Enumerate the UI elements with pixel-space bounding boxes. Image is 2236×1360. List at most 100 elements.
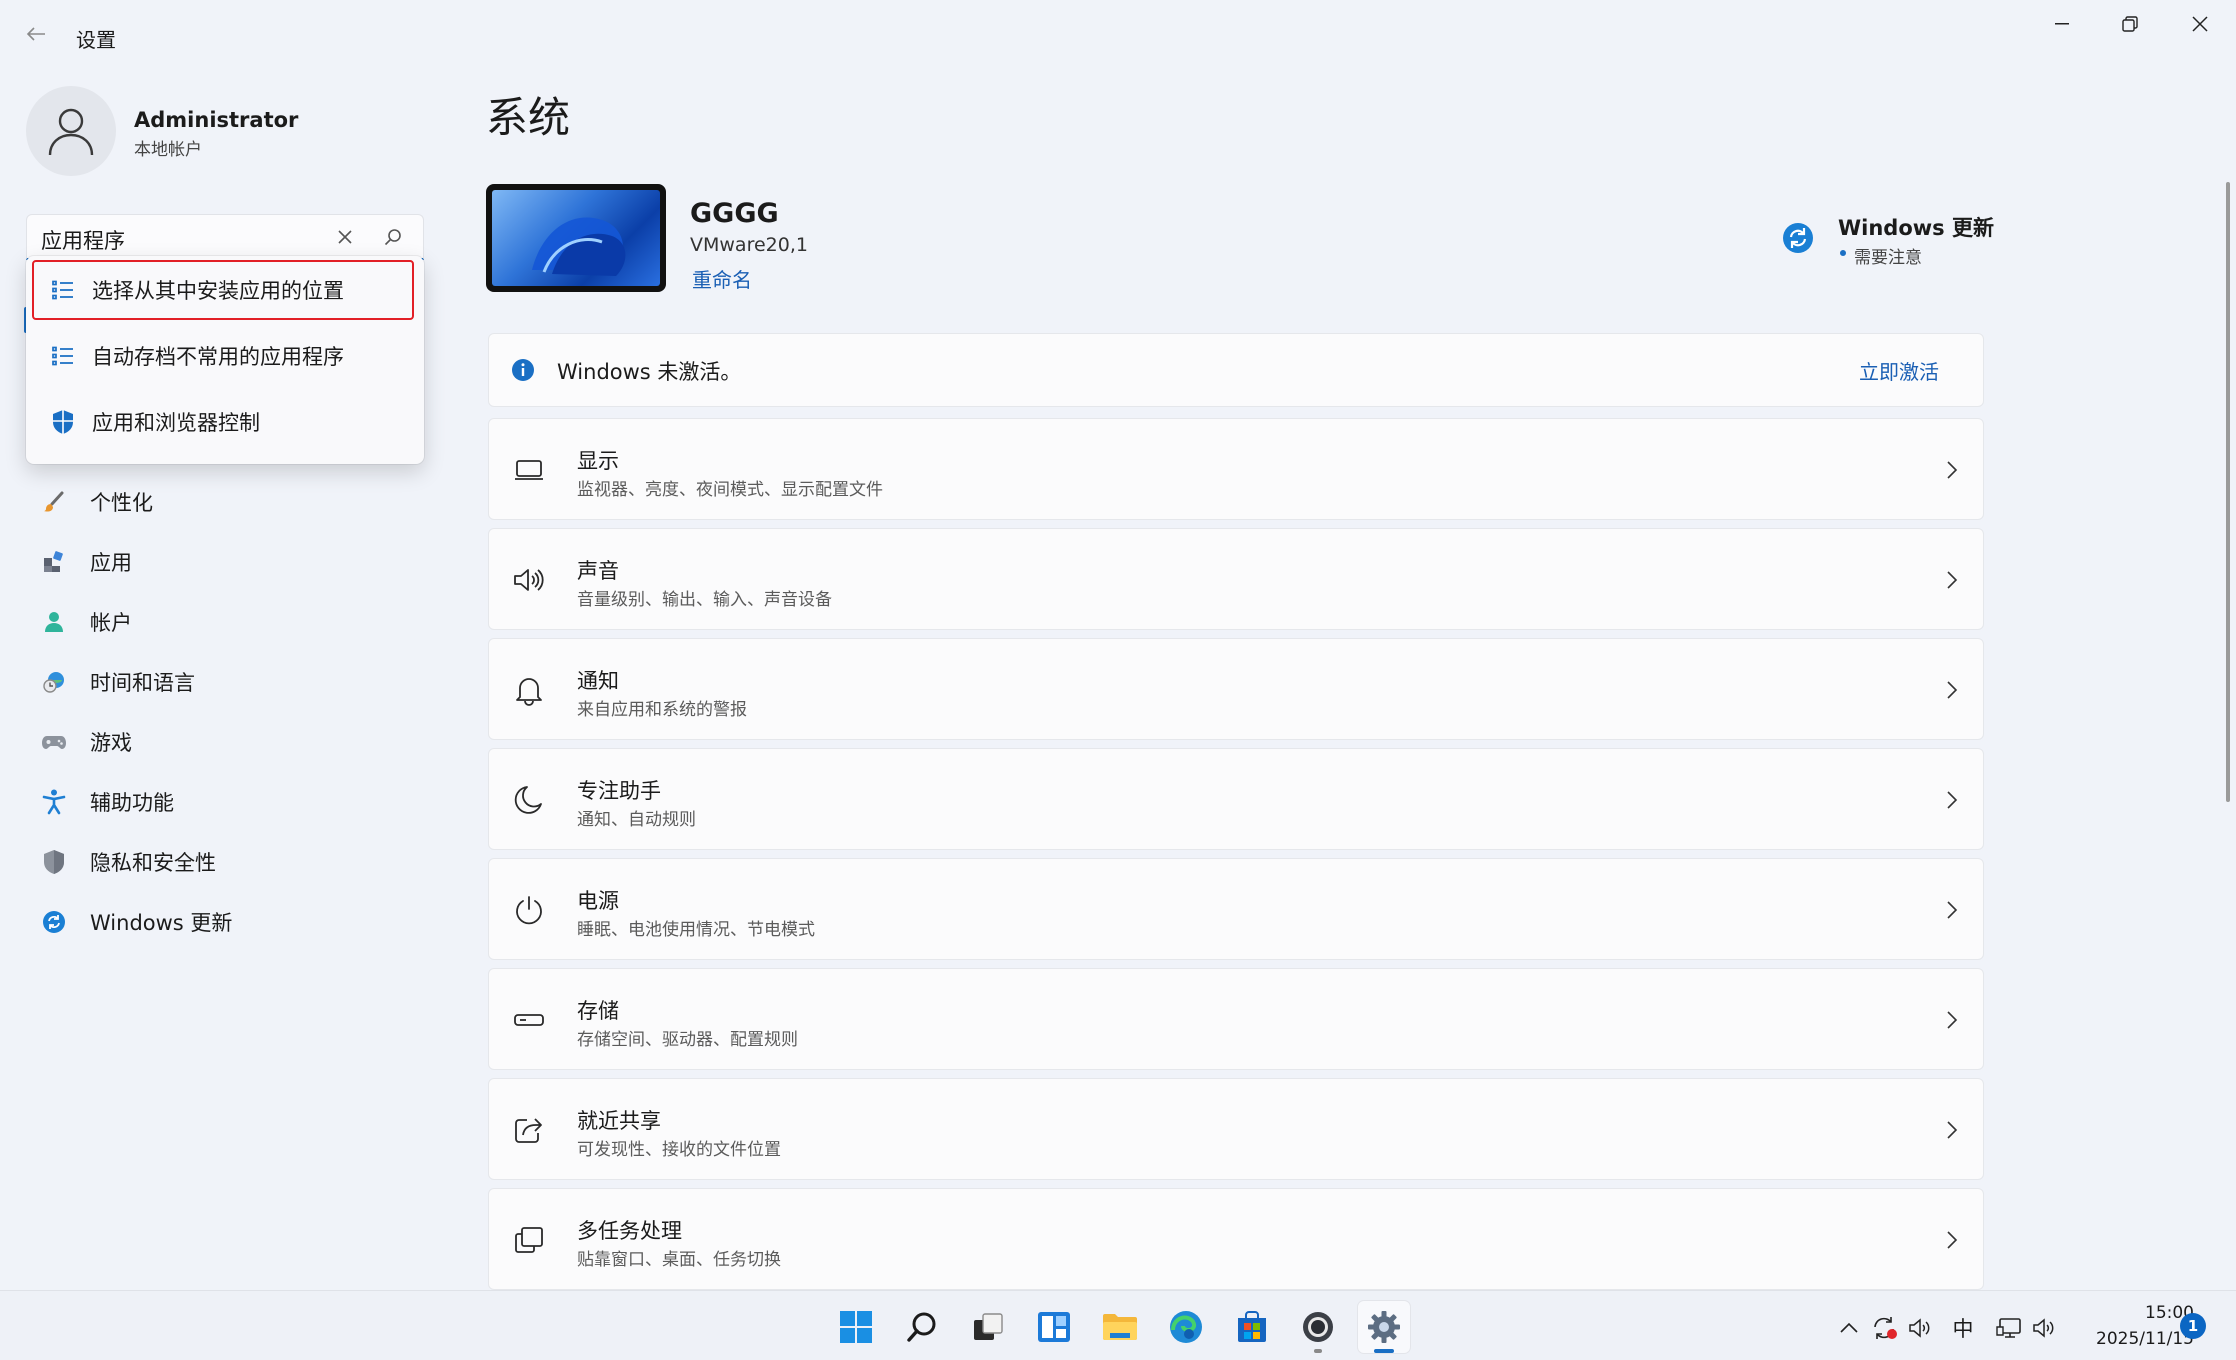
widgets-button[interactable] [1028, 1301, 1080, 1353]
sidebar-item-label: 应用 [90, 551, 132, 575]
search-suggestions-dropdown: 选择从其中安装应用的位置 自动存档不常用的应用程序 应用和浏览器控制 [26, 256, 424, 464]
windows-update-title[interactable]: Windows 更新 [1838, 212, 1994, 242]
sidebar-item-accounts[interactable]: 帐户 [40, 598, 132, 646]
setting-storage[interactable]: 存储 存储空间、驱动器、配置规则 [488, 968, 1984, 1070]
store-button[interactable] [1226, 1301, 1278, 1353]
setting-display[interactable]: 显示 监视器、亮度、夜间模式、显示配置文件 [488, 418, 1984, 520]
account-type: 本地帐户 [134, 140, 202, 160]
input-method-indicator[interactable]: 中 [1948, 1313, 1978, 1343]
edge-button[interactable] [1160, 1301, 1212, 1353]
file-explorer-button[interactable] [1094, 1301, 1146, 1353]
device-name: GGGG [690, 198, 779, 229]
chevron-right-icon [1939, 567, 1965, 593]
chevron-right-icon [1939, 787, 1965, 813]
clear-search-button[interactable] [333, 225, 357, 249]
windows-update-status-icon[interactable] [1782, 222, 1814, 254]
suggestion-archive-apps[interactable]: 自动存档不常用的应用程序 [34, 326, 416, 386]
sidebar-item-windows-update[interactable]: Windows 更新 [40, 898, 232, 946]
suggestion-install-location[interactable]: 选择从其中安装应用的位置 [32, 260, 414, 320]
setting-power[interactable]: 电源 睡眠、电池使用情况、节电模式 [488, 858, 1984, 960]
close-icon [338, 230, 352, 244]
sidebar-item-label: Windows 更新 [90, 911, 233, 935]
chevron-right-icon [1939, 1227, 1965, 1253]
device-wallpaper-thumbnail[interactable] [486, 184, 666, 292]
sidebar-item-personalization[interactable]: 个性化 [40, 478, 153, 526]
search-icon [907, 1312, 936, 1342]
gamepad-icon [40, 728, 68, 756]
setting-subtitle: 贴靠窗口、桌面、任务切换 [577, 1250, 781, 1270]
settings-search-box[interactable]: 应用程序 [26, 214, 424, 260]
rename-link[interactable]: 重命名 [692, 264, 752, 293]
main-scrollbar[interactable] [2226, 182, 2230, 802]
setting-focus-assist[interactable]: 专注助手 通知、自动规则 [488, 748, 1984, 850]
close-window-button[interactable] [2166, 0, 2234, 48]
setting-title: 专注助手 [577, 779, 661, 803]
brush-icon [40, 488, 68, 516]
setting-subtitle: 音量级别、输出、输入、声音设备 [577, 590, 832, 610]
setting-nearby-sharing[interactable]: 就近共享 可发现性、接收的文件位置 [488, 1078, 1984, 1180]
network-tray-button[interactable] [1994, 1313, 2024, 1343]
active-indicator [1374, 1349, 1394, 1353]
camera-app-button[interactable] [1292, 1301, 1344, 1353]
sidebar-item-label: 隐私和安全性 [90, 851, 216, 875]
setting-subtitle: 可发现性、接收的文件位置 [577, 1140, 781, 1160]
setting-subtitle: 监视器、亮度、夜间模式、显示配置文件 [577, 480, 883, 500]
sidebar-item-label: 个性化 [90, 491, 153, 515]
search-button[interactable] [381, 225, 405, 249]
back-button[interactable] [18, 16, 54, 52]
user-name: Administrator [134, 108, 299, 132]
suggestion-label: 自动存档不常用的应用程序 [92, 345, 344, 369]
task-view-button[interactable] [962, 1301, 1014, 1353]
sidebar-item-gaming[interactable]: 游戏 [40, 718, 132, 766]
search-input[interactable]: 应用程序 [41, 225, 125, 255]
activate-now-link[interactable]: 立即激活 [1859, 356, 1939, 385]
sidebar-item-time-language[interactable]: 时间和语言 [40, 658, 195, 706]
sidebar-item-accessibility[interactable]: 辅助功能 [40, 778, 174, 826]
setting-notifications[interactable]: 通知 来自应用和系统的警报 [488, 638, 1984, 740]
windows-bloom-wallpaper-icon [532, 217, 626, 276]
activation-banner: Windows 未激活。 立即激活 [488, 333, 1984, 407]
sidebar-item-label: 游戏 [90, 731, 132, 755]
sidebar-item-apps[interactable]: 应用 [40, 538, 132, 586]
show-hidden-icons-button[interactable] [1834, 1313, 1864, 1343]
avatar[interactable] [26, 86, 116, 176]
taskbar: 中 15:00 2025/11/15 1 [0, 1290, 2236, 1360]
setting-title: 存储 [577, 999, 619, 1023]
settings-taskbar-button[interactable] [1358, 1301, 1410, 1353]
suggestion-app-browser-control[interactable]: 应用和浏览器控制 [34, 392, 416, 452]
update-tray-button[interactable] [1870, 1313, 1900, 1343]
notification-badge[interactable]: 1 [2180, 1313, 2206, 1339]
device-model: VMware20,1 [690, 234, 808, 256]
update-pending-icon [1874, 1317, 1897, 1339]
setting-title: 多任务处理 [577, 1219, 682, 1243]
sidebar-item-privacy-security[interactable]: 隐私和安全性 [40, 838, 216, 886]
sound-tray-button[interactable] [2030, 1313, 2060, 1343]
apps-icon [40, 548, 68, 576]
title-bar: 设置 [0, 0, 2236, 72]
storage-icon [513, 1004, 545, 1036]
restore-button[interactable] [2096, 0, 2164, 48]
sidebar-item-label: 时间和语言 [90, 671, 195, 695]
sidebar-item-label: 帐户 [90, 611, 132, 635]
clock-date[interactable]: 2025/11/15 [2080, 1329, 2194, 1349]
setting-sound[interactable]: 声音 音量级别、输出、输入、声音设备 [488, 528, 1984, 630]
task-view-icon [974, 1313, 1003, 1340]
back-arrow-icon [26, 27, 45, 41]
shield-gray-icon [40, 848, 68, 876]
update-icon [40, 908, 68, 936]
share-icon [513, 1114, 545, 1146]
running-indicator [1314, 1349, 1322, 1353]
search-icon [384, 229, 401, 246]
minimize-button[interactable] [2028, 0, 2096, 48]
store-icon [1238, 1311, 1266, 1342]
setting-multitasking[interactable]: 多任务处理 贴靠窗口、桌面、任务切换 [488, 1188, 1984, 1290]
setting-title: 显示 [577, 449, 619, 473]
taskbar-search-button[interactable] [896, 1301, 948, 1353]
edge-icon [1170, 1311, 1202, 1343]
chevron-up-icon [1840, 1322, 1858, 1333]
setting-title: 声音 [577, 559, 619, 583]
windows-update-status: 需要注意 [1854, 248, 1922, 268]
start-button[interactable] [830, 1301, 882, 1353]
network-monitor-icon [1996, 1318, 2021, 1338]
volume-tray-button[interactable] [1906, 1313, 1936, 1343]
